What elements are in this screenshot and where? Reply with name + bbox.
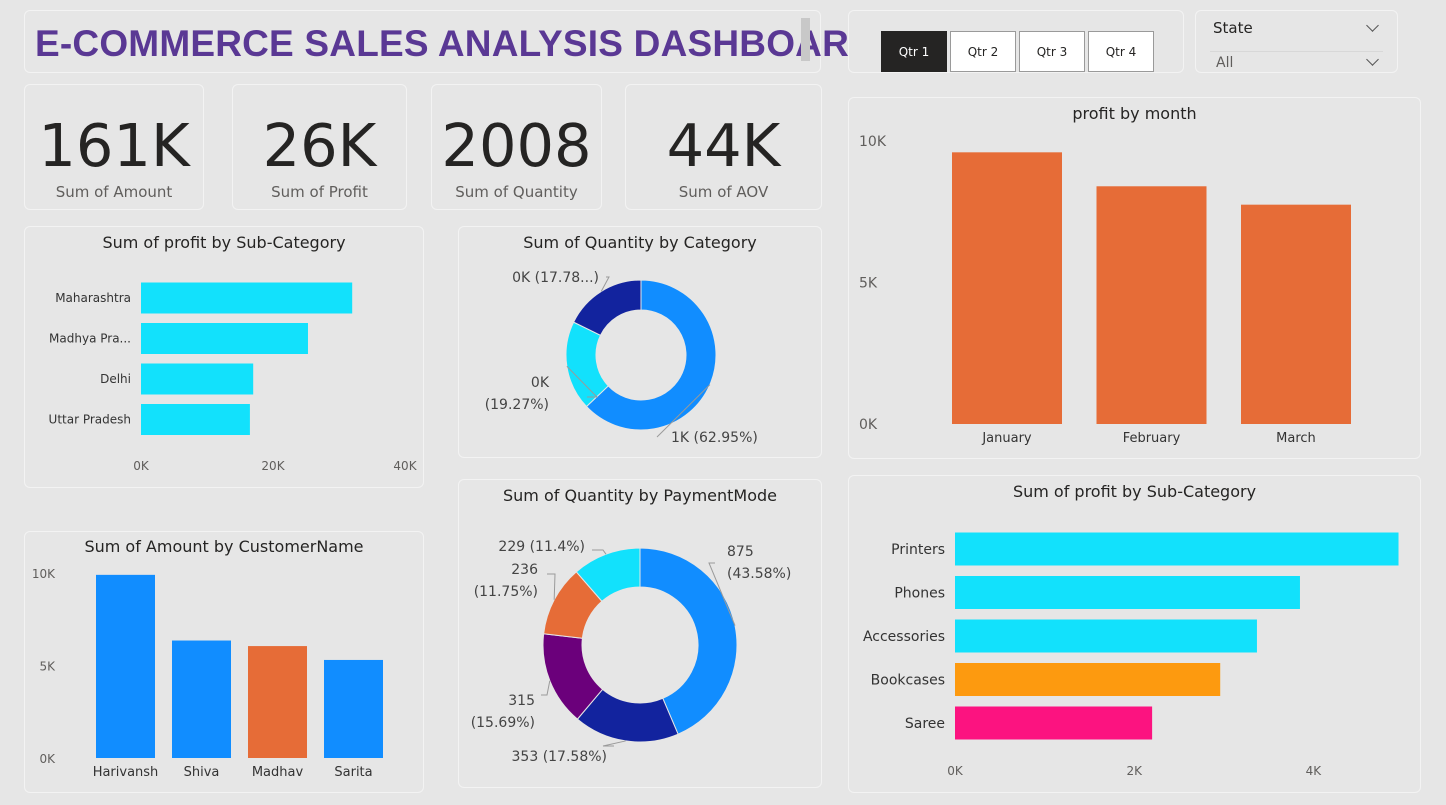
chart-card-profit-by-state: Sum of profit by Sub-Category Maharashtr… [24,226,424,488]
data-label: 236 [511,562,538,578]
y-tick-label: 5K [39,660,56,674]
kpi-label: Sum of Quantity [455,183,578,201]
slicer-option-qtr-1[interactable]: Qtr 1 [881,31,947,72]
dashboard-title: E-COMMERCE SALES ANALYSIS DASHBOARD [35,23,876,64]
y-tick-label: 0K [859,417,878,433]
chart-card-quantity-by-paymentmode: Sum of Quantity by PaymentMode 875 (43.58… [458,479,822,788]
bar [141,282,353,314]
x-tick-label: Madhav [252,765,304,780]
kpi-value: 44K [666,111,781,180]
chart-profit-by-subcategory: Printers Phones Accessories Bookcases Saree 0… [863,532,1399,778]
x-tick-label: Sarita [334,765,372,780]
x-tick-label: Harivansh [93,765,159,780]
bar-category-label: Printers [891,542,945,558]
chart-card-profit-by-subcategory: Sum of profit by Sub-Category Printers Ph… [848,475,1421,793]
kpi-label: Sum of AOV [678,183,769,201]
bar [1241,204,1351,424]
bar-category-label: Phones [894,585,945,601]
chevron-down-icon[interactable] [1366,19,1379,32]
slicer-option-qtr-3[interactable]: Qtr 3 [1019,31,1085,72]
kpi-label: Sum of Amount [55,183,173,201]
kpi-card-amount: 161K Sum of Amount [24,84,204,210]
data-label: 875 [727,544,754,560]
chart-profit-by-month: January February March 0K 5K 10K [859,134,1351,446]
chevron-down-icon[interactable] [1366,53,1379,66]
x-tick-label: February [1123,431,1181,446]
data-label: (43.58%) [727,566,791,582]
bar [141,323,308,354]
title-card: E-COMMERCE SALES ANALYSIS DASHBOARD [24,10,876,73]
x-tick-label: Shiva [184,765,220,780]
y-tick-label: 10K [32,567,56,581]
state-slicer-title: State [1213,19,1253,37]
bar [141,363,254,395]
bar [955,663,1221,696]
data-label: 315 [508,693,535,709]
bar [141,404,250,435]
bar [955,619,1257,653]
bar [955,532,1399,566]
data-label: 353 (17.58%) [512,749,607,765]
y-tick-label: 5K [859,276,878,292]
x-tick-label: March [1276,431,1316,446]
kpi-value: 161K [38,111,190,180]
x-tick-label: January [981,431,1032,446]
x-tick-label: 40K [393,459,417,473]
donut-slice [572,279,642,336]
chart-card-quantity-by-category: Sum of Quantity by Category 1K (62.95%) 0… [458,226,822,458]
leader-line [541,680,551,696]
bar-category-label: Bookcases [871,672,945,688]
leader-line [592,549,607,555]
x-tick-label: 0K [947,764,964,778]
x-tick-label: 4K [1306,764,1323,778]
data-label: 229 (11.4%) [498,539,585,555]
chart-card-profit-by-month: profit by month January February March 0K 5K… [848,97,1421,459]
bar-category-label: Delhi [100,372,131,386]
divider [1210,51,1383,52]
bar-category-label: Maharashtra [55,291,131,305]
data-label: 0K [531,375,550,391]
kpi-card-quantity: 2008 Sum of Quantity [431,84,602,210]
kpi-label: Sum of Profit [271,183,368,201]
scrollbar-thumb[interactable] [801,18,810,61]
bar-category-label: Uttar Pradesh [49,413,131,427]
bar [1096,186,1207,424]
data-label: 0K (17.78...) [512,270,599,286]
state-slicer: State All [1195,10,1398,73]
slicer-option-qtr-4[interactable]: Qtr 4 [1088,31,1154,72]
bar [952,152,1062,424]
y-tick-label: 0K [39,752,56,766]
kpi-value: 26K [262,111,377,180]
x-tick-label: 2K [1126,764,1143,778]
data-label: 1K (62.95%) [671,430,758,446]
kpi-value: 2008 [441,111,592,180]
leader-line [547,573,556,600]
data-label: (11.75%) [474,584,538,600]
data-label: (15.69%) [471,715,535,731]
quarter-slicer: Qtr 1 Qtr 2 Qtr 3 Qtr 4 [848,10,1184,73]
chart-quantity-by-category: 1K (62.95%) 0K (19.27%) 0K (17.78...) [485,270,758,446]
bar [324,659,383,758]
leader-line [602,740,626,747]
chart-profit-by-state: Maharashtra Madhya Pra... Delhi Uttar Prade… [49,282,418,473]
state-dropdown-value[interactable]: All [1216,55,1233,71]
data-label: (19.27%) [485,397,549,413]
x-tick-label: 0K [133,459,150,473]
kpi-card-aov: 44K Sum of AOV [625,84,822,210]
chart-quantity-by-paymentmode: 875 (43.58%) 353 (17.58%) 315 (15.69%) 236 (11… [471,539,792,765]
bar [96,574,155,758]
bar [172,640,231,758]
bar [955,576,1300,609]
bar [248,646,307,758]
x-tick-label: 20K [261,459,285,473]
slicer-option-qtr-2[interactable]: Qtr 2 [950,31,1016,72]
bar-category-label: Saree [905,716,945,732]
chart-amount-by-customer: Harivansh Shiva Madhav Sarita 0K 5K 10K [32,567,383,780]
bar-category-label: Madhya Pra... [49,332,131,346]
bar [955,706,1153,740]
chart-card-amount-by-customer: Sum of Amount by CustomerName Harivansh S… [24,531,424,793]
kpi-card-profit: 26K Sum of Profit [232,84,407,210]
bar-category-label: Accessories [863,629,945,645]
y-tick-label: 10K [859,134,887,150]
